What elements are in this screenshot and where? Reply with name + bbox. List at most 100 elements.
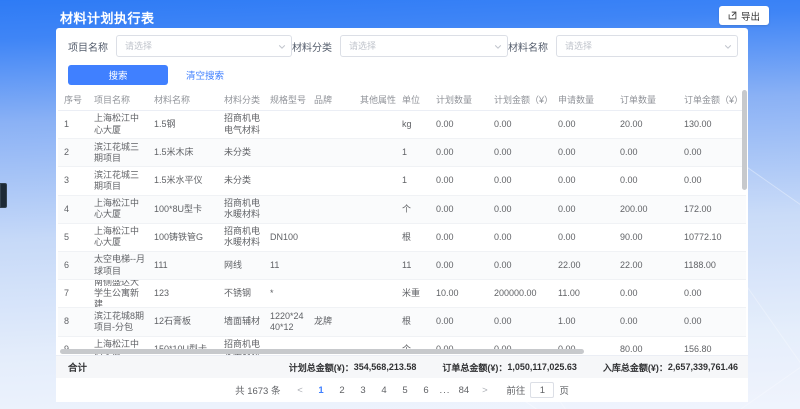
material-name-select[interactable] [556, 35, 738, 57]
table-cell [354, 252, 396, 279]
table-cell [308, 224, 354, 251]
column-header: 序号 [58, 92, 88, 110]
table-cell: 0.00 [488, 139, 552, 166]
filter-project-label: 项目名称 [68, 39, 108, 54]
table-cell: 未分类 [218, 139, 264, 166]
page-button-6[interactable]: 6 [418, 383, 433, 398]
table-cell: 招商机电 水暖材料 [218, 196, 264, 223]
goto-label: 前往 [506, 383, 525, 397]
table-cell: 90.00 [614, 224, 678, 251]
column-header: 材料名称 [148, 92, 218, 110]
table-cell: 20.00 [614, 111, 678, 138]
table-cell: 0.00 [488, 224, 552, 251]
search-button[interactable]: 搜索 [68, 65, 168, 85]
material-category-select[interactable] [340, 35, 508, 57]
table-row[interactable]: 8滨江花城8期项目-分包12石膏板墙面辅材1220*2440*12龙牌根0.00… [58, 308, 746, 336]
inbound-total-label: 入库总金额(¥)： [603, 361, 668, 374]
table-cell: 0.00 [678, 280, 746, 307]
table-cell: 1 [58, 111, 88, 138]
table-cell [264, 167, 308, 194]
table-cell: 10.00 [430, 280, 488, 307]
table-row[interactable]: 3滨江花城三期项目1.5米水平仪未分类10.000.000.000.000.00 [58, 167, 746, 195]
table-cell: 123 [148, 280, 218, 307]
page-button-5[interactable]: 5 [397, 383, 412, 398]
table-row[interactable]: 6太空电梯--月球项目111网线11110.000.0022.0022.0011… [58, 252, 746, 280]
table-cell: 0.00 [614, 167, 678, 194]
table-cell [354, 167, 396, 194]
page-button-4[interactable]: 4 [376, 383, 391, 398]
table-cell [354, 280, 396, 307]
horizontal-scrollbar[interactable] [60, 349, 584, 354]
table-cell: 111 [148, 252, 218, 279]
totals-row: 合计 计划总金额(¥)： 354,568,213.58 订单总金额(¥)： 1,… [56, 355, 748, 378]
page-button-2[interactable]: 2 [334, 383, 349, 398]
column-header: 规格型号 [264, 92, 308, 110]
page-button-1[interactable]: 1 [313, 383, 328, 398]
table-row[interactable]: 7南侧盛达大学生公寓新建123不锈钢*米重10.00200000.0011.00… [58, 280, 746, 308]
prev-page-button[interactable]: < [292, 383, 307, 398]
table-cell: 8 [58, 308, 88, 335]
table-cell [308, 280, 354, 307]
table-cell: 22.00 [552, 252, 614, 279]
totals-label: 合计 [68, 360, 87, 374]
table-cell [354, 139, 396, 166]
table-cell: 0.00 [430, 252, 488, 279]
project-name-select[interactable] [116, 35, 292, 57]
filter-actions: 搜索 清空搜索 [56, 57, 748, 92]
table-cell: 0.00 [678, 139, 746, 166]
table-cell: 0.00 [488, 308, 552, 335]
table-row[interactable]: 4上海松江中心大厦100*8U型卡招商机电 水暖材料个0.000.000.002… [58, 196, 746, 224]
table-cell: 不锈钢 [218, 280, 264, 307]
table-cell: 龙牌 [308, 308, 354, 335]
table-cell: 10772.10 [678, 224, 746, 251]
table-cell: 1.5米木床 [148, 139, 218, 166]
table-cell: 上海松江中心大厦 [88, 224, 148, 251]
table-cell [308, 167, 354, 194]
table-cell: 200.00 [614, 196, 678, 223]
table-cell: 0.00 [430, 224, 488, 251]
filter-category-label: 材料分类 [292, 39, 332, 54]
side-collapse-handle[interactable] [0, 183, 7, 208]
table-cell: 0.00 [488, 252, 552, 279]
table-cell: 0.00 [430, 167, 488, 194]
export-button[interactable]: 导出 [719, 6, 769, 25]
table-cell: 7 [58, 280, 88, 307]
table-cell: 1.5钢 [148, 111, 218, 138]
table-row[interactable]: 1上海松江中心大厦1.5钢招商机电 电气材料kg0.000.000.0020.0… [58, 111, 746, 139]
table-cell: 0.00 [430, 308, 488, 335]
column-header: 计划金额（¥） [488, 92, 552, 110]
column-header: 订单数量 [614, 92, 678, 110]
filter-material-label: 材料名称 [508, 39, 548, 54]
table-row[interactable]: 2滨江花城三期项目1.5米木床未分类10.000.000.000.000.00 [58, 139, 746, 167]
goto-page-input[interactable] [530, 382, 554, 398]
page-button-84[interactable]: 84 [456, 383, 471, 398]
table-cell: 0.00 [552, 224, 614, 251]
table-cell [354, 111, 396, 138]
table-cell [264, 111, 308, 138]
vertical-scrollbar[interactable] [742, 90, 747, 190]
page-button-3[interactable]: 3 [355, 383, 370, 398]
table-cell [354, 308, 396, 335]
table-body: 1上海松江中心大厦1.5钢招商机电 电气材料kg0.000.000.0020.0… [58, 111, 746, 365]
clear-search-button[interactable]: 清空搜索 [186, 68, 224, 82]
table-row[interactable]: 5上海松江中心大厦100铸铁管G招商机电 水暖材料DN100根0.000.000… [58, 224, 746, 252]
table-cell: 0.00 [678, 308, 746, 335]
pagination-total: 共 1673 条 [235, 383, 280, 397]
table-cell: 招商机电 水暖材料 [218, 224, 264, 251]
table-cell: 0.00 [552, 167, 614, 194]
table-cell [354, 196, 396, 223]
table-cell: 11 [396, 252, 430, 279]
table-cell: 0.00 [488, 196, 552, 223]
table-cell: 网线 [218, 252, 264, 279]
table-cell: 100*8U型卡 [148, 196, 218, 223]
next-page-button[interactable]: > [477, 383, 492, 398]
table-cell: 个 [396, 196, 430, 223]
column-header: 其他属性 [354, 92, 396, 110]
plan-total-value: 354,568,213.58 [354, 362, 417, 372]
table-cell: * [264, 280, 308, 307]
table-cell: 172.00 [678, 196, 746, 223]
table-cell: 0.00 [488, 167, 552, 194]
table-cell: 招商机电 电气材料 [218, 111, 264, 138]
column-header: 计划数量 [430, 92, 488, 110]
table-cell [308, 196, 354, 223]
